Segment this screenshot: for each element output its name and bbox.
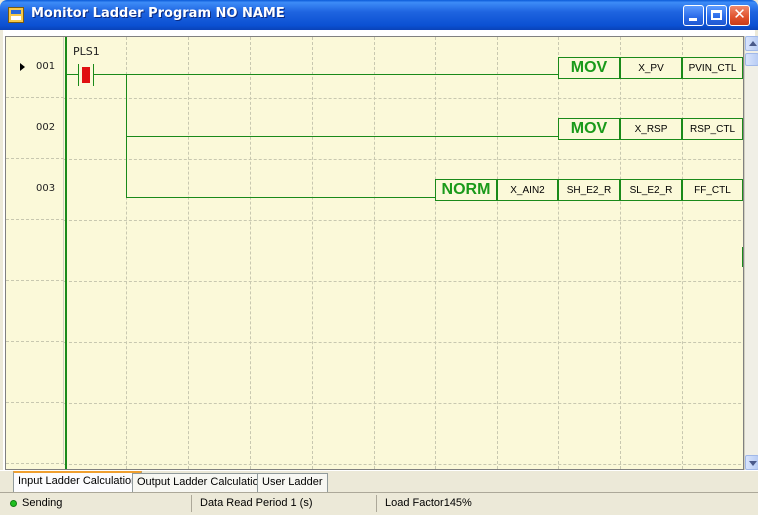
function-block-instruction[interactable]: NORM [435, 179, 497, 201]
function-block-operand[interactable]: X_RSP [620, 118, 682, 140]
window-title: Monitor Ladder Program NO NAME [31, 6, 285, 21]
monitor-ladder-window: Monitor Ladder Program NO NAME ✕ 001 002… [0, 0, 758, 515]
row-number: 001 [36, 61, 56, 72]
status-indicator-icon [10, 500, 17, 507]
function-block-operand[interactable]: RSP_CTL [682, 118, 743, 140]
function-block-operand[interactable]: SL_E2_R [620, 179, 682, 201]
close-icon: ✕ [733, 5, 746, 23]
function-block-operand[interactable]: X_PV [620, 57, 682, 79]
grid-line [64, 98, 743, 99]
wire [742, 247, 743, 267]
contact-active-indicator [82, 67, 90, 83]
chevron-up-icon [749, 41, 757, 46]
scroll-thumb[interactable] [745, 53, 758, 66]
row-header[interactable]: 001 [6, 37, 64, 98]
status-read-period: Data Read Period 1 (s) [200, 497, 313, 509]
chevron-down-icon [749, 461, 757, 466]
grid-line [312, 37, 313, 469]
grid-line [620, 37, 621, 469]
scroll-up-button[interactable] [745, 36, 758, 51]
function-block-operand[interactable]: SH_E2_R [558, 179, 620, 201]
app-icon [8, 7, 24, 23]
contact-pls1[interactable] [78, 64, 94, 86]
grid-line [64, 403, 743, 404]
grid-line [188, 37, 189, 469]
scroll-down-button[interactable] [745, 455, 758, 470]
wire [126, 136, 558, 137]
status-divider [376, 495, 377, 512]
close-button[interactable]: ✕ [729, 5, 750, 26]
grid-line [64, 464, 743, 465]
row-header [6, 403, 64, 464]
grid-line [64, 159, 743, 160]
minimize-button[interactable] [683, 5, 704, 26]
maximize-icon [711, 10, 722, 20]
grid-line [250, 37, 251, 469]
row-header[interactable]: 002 [6, 98, 64, 159]
wire [94, 74, 558, 75]
function-block-operand[interactable]: FF_CTL [682, 179, 743, 201]
grid-line [435, 37, 436, 469]
minimize-icon [689, 18, 697, 21]
status-bar: Sending Data Read Period 1 (s) Load Fact… [0, 492, 758, 515]
wire [126, 197, 435, 198]
status-load-factor: Load Factor145% [385, 497, 472, 509]
power-rail [65, 37, 67, 469]
tab-strip: Input Ladder Calculation Output Ladder C… [0, 470, 758, 492]
status-divider [191, 495, 192, 512]
contact-bar [78, 64, 79, 86]
row-header[interactable]: 003 [6, 159, 64, 220]
grid-line [558, 37, 559, 469]
row-header [6, 342, 64, 403]
wire [67, 74, 78, 75]
contact-bar [93, 64, 94, 86]
title-bar[interactable]: Monitor Ladder Program NO NAME ✕ [0, 0, 758, 30]
current-row-marker-icon [20, 63, 25, 71]
row-number: 002 [36, 122, 56, 133]
row-header [6, 281, 64, 342]
status-connection: Sending [22, 497, 63, 509]
row-header [6, 220, 64, 281]
grid-line [64, 342, 743, 343]
tab-input-ladder[interactable]: Input Ladder Calculation [13, 471, 143, 492]
ladder-grid[interactable]: 001 002 003 PLS1 MOV X_PV PVIN_CTL MOV X… [5, 36, 744, 470]
tab-user-ladder[interactable]: User Ladder [257, 473, 328, 492]
vertical-scrollbar[interactable] [744, 36, 758, 470]
grid-line [64, 281, 743, 282]
maximize-button[interactable] [706, 5, 727, 26]
function-block-instruction[interactable]: MOV [558, 57, 620, 79]
contact-label: PLS1 [73, 45, 100, 58]
grid-line [497, 37, 498, 469]
grid-line [374, 37, 375, 469]
function-block-operand[interactable]: X_AIN2 [497, 179, 558, 201]
function-block-operand[interactable]: PVIN_CTL [682, 57, 743, 79]
function-block-instruction[interactable]: MOV [558, 118, 620, 140]
grid-line [64, 220, 743, 221]
grid-line [682, 37, 683, 469]
tab-output-ladder[interactable]: Output Ladder Calculation [132, 473, 270, 492]
row-number: 003 [36, 183, 56, 194]
